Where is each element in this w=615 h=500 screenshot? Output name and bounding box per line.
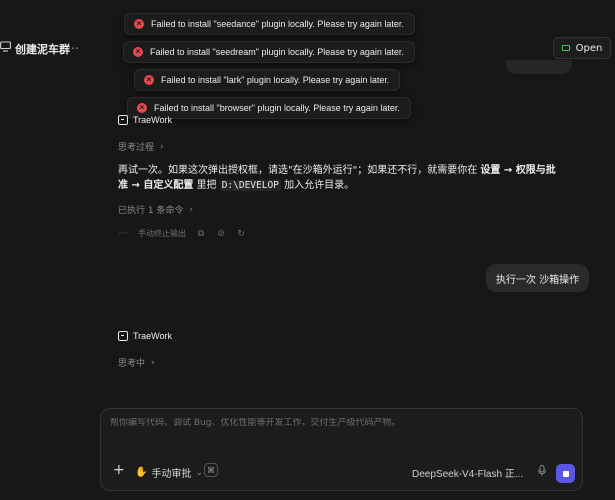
toast-message: Failed to install "seedream" plugin loca… — [150, 47, 404, 57]
answer-text: 加入允许目录。 — [280, 180, 355, 191]
error-toast[interactable]: × Failed to install "seedance" plugin lo… — [124, 13, 415, 35]
bot-icon — [118, 331, 128, 341]
approval-mode-button[interactable]: ✋ 手动审批 ⌄ — [135, 465, 203, 480]
assistant-name: TraeWork — [133, 331, 173, 341]
executed-label: 已执行 1 条命令 — [118, 206, 184, 216]
thinking-toggle[interactable]: 思考过程 › — [118, 140, 164, 154]
stop-info-icon: ⋯ — [118, 228, 128, 239]
chevron-down-icon: ⌄ — [195, 467, 203, 478]
stop-icon — [562, 470, 569, 477]
add-attachment-button[interactable]: + — [113, 462, 125, 478]
answer-text: 里把 — [193, 180, 220, 191]
stop-button[interactable] — [556, 464, 575, 483]
chevron-right-icon: › — [151, 357, 155, 368]
open-button-label: Open — [575, 42, 603, 54]
more-options-icon[interactable]: … — [67, 38, 80, 52]
link-icon[interactable]: ⊘ — [216, 229, 226, 239]
bot-icon — [118, 115, 128, 125]
error-icon: × — [137, 103, 147, 113]
open-icon — [561, 45, 570, 51]
approval-mode-label: 手动审批 — [151, 469, 192, 480]
monitor-icon — [0, 41, 11, 52]
microphone-icon[interactable] — [538, 465, 546, 476]
error-icon: × — [134, 19, 144, 29]
chat-title: 创建泥车群 — [15, 43, 70, 56]
user-message: 执行一次 沙箱操作 — [486, 264, 590, 292]
error-icon: × — [133, 47, 143, 57]
assistant-author: TraeWork — [118, 331, 172, 341]
copy-icon[interactable]: ⧉ — [196, 229, 206, 239]
executed-commands-toggle[interactable]: 已执行 1 条命令 › — [118, 203, 194, 217]
model-selector[interactable]: DeepSeek-V4-Flash 正... — [412, 465, 523, 480]
context-icon[interactable]: ⌘ — [204, 463, 218, 477]
error-icon: × — [144, 75, 154, 85]
toast-message: Failed to install "seedance" plugin loca… — [151, 19, 404, 29]
model-label: DeepSeek-V4-Flash 正... — [412, 469, 524, 480]
message-input[interactable] — [110, 418, 570, 428]
thinking-toggle[interactable]: 思考中 › — [118, 356, 155, 370]
retry-icon[interactable]: ↻ — [236, 229, 246, 239]
answer-text: 再试一次。如果这次弹出授权框，请选"在沙箱外运行"；如果还不行，就需要你在 — [118, 165, 481, 176]
error-toast[interactable]: × Failed to install "seedream" plugin lo… — [123, 41, 415, 63]
assistant-answer: 再试一次。如果这次弹出授权框，请选"在沙箱外运行"；如果还不行，就需要你在 设置… — [118, 163, 558, 193]
previous-user-bubble — [506, 60, 572, 74]
toast-message: Failed to install "browser" plugin local… — [154, 103, 400, 113]
hand-icon: ✋ — [135, 467, 148, 478]
user-message-text: 执行一次 沙箱操作 — [496, 274, 580, 286]
toast-message: Failed to install "lark" plugin locally.… — [161, 75, 390, 85]
thinking-label: 思考过程 — [118, 143, 155, 153]
assistant-name: TraeWork — [133, 115, 173, 125]
assistant-author: TraeWork — [118, 115, 172, 125]
chevron-right-icon: › — [160, 141, 164, 152]
thinking-label: 思考中 — [118, 359, 146, 369]
composer: + ✋ 手动审批 ⌄ ⌘ DeepSeek-V4-Flash 正... — [100, 408, 583, 491]
message-actions: ⋯ 手动终止输出 ⧉ ⊘ ↻ — [118, 228, 246, 239]
manual-stop-label: 手动终止输出 — [138, 229, 186, 238]
open-button[interactable]: Open — [553, 37, 611, 59]
path-code: D:\DEVELOP — [219, 180, 281, 191]
error-toast[interactable]: × Failed to install "lark" plugin locall… — [134, 69, 401, 91]
chevron-right-icon: › — [189, 204, 194, 215]
